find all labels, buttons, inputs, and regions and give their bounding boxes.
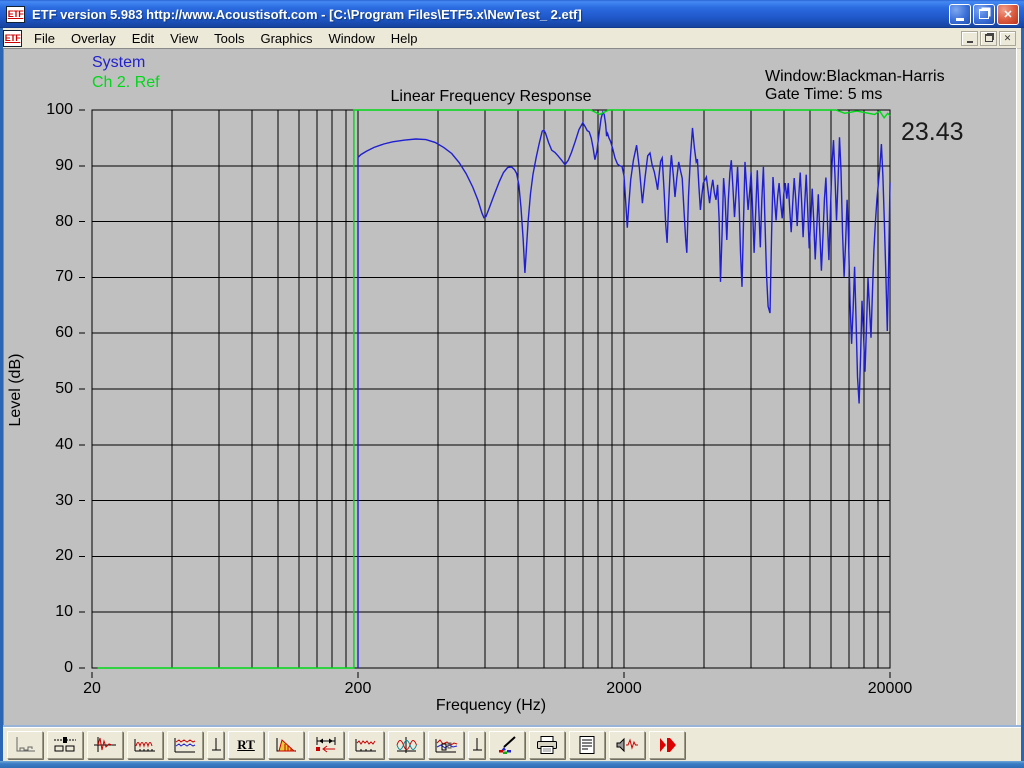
smoothed-response-button[interactable] — [348, 731, 384, 759]
brush-icon — [494, 735, 520, 755]
menu-edit[interactable]: Edit — [124, 29, 162, 48]
menu-file[interactable]: File — [26, 29, 63, 48]
mini-axis-2-button[interactable] — [468, 731, 485, 759]
waterfall-icon — [172, 735, 198, 755]
document-icon — [574, 735, 600, 755]
y-tick-label: 30 — [55, 491, 73, 509]
menu-items: File Overlay Edit View Tools Graphics Window He… — [26, 29, 426, 48]
toolbar: RT — [3, 727, 1021, 762]
x-tick-label: 20000 — [867, 680, 913, 697]
mdi-restore-button[interactable] — [980, 30, 997, 46]
gate-icon — [313, 735, 339, 755]
menu-help[interactable]: Help — [383, 29, 426, 48]
axis-steps-icon — [12, 735, 38, 755]
window-title: ETF version 5.983 http://www.Acoustisoft… — [32, 6, 582, 22]
menu-view[interactable]: View — [162, 29, 206, 48]
speaker-wave-icon — [614, 735, 640, 755]
mdi-minimize-button[interactable] — [961, 30, 978, 46]
legend-system: System — [92, 54, 146, 71]
y-tick-label: 10 — [55, 603, 73, 621]
document-icon[interactable]: ETF — [3, 29, 22, 47]
freq-response-icon — [132, 735, 158, 755]
title-bar: ETF ETF version 5.983 http://www.Acousti… — [0, 0, 1024, 28]
time-display-button[interactable] — [7, 731, 43, 759]
window-border-left — [0, 28, 3, 768]
minimize-icon — [956, 17, 964, 21]
app-window: ETF ETF version 5.983 http://www.Acousti… — [0, 0, 1024, 768]
y-tick-label: 50 — [55, 380, 73, 397]
frequency-response-button[interactable] — [127, 731, 163, 759]
restore-button[interactable] — [973, 3, 995, 25]
measure-button[interactable] — [609, 731, 645, 759]
cursor-value: 23.43 — [901, 118, 964, 146]
print-button[interactable] — [529, 731, 565, 759]
restore-icon — [979, 9, 989, 19]
energy-decay-button[interactable] — [268, 731, 304, 759]
y-tick-label: 100 — [46, 101, 73, 118]
x-tick-label: 200 — [344, 680, 372, 697]
notes-button[interactable] — [569, 731, 605, 759]
minimize-icon — [966, 40, 973, 43]
y-tick-label: 80 — [55, 212, 73, 230]
y-tick-label: 90 — [55, 156, 73, 174]
app-icon: ETF — [6, 5, 25, 23]
y-tick-label: 70 — [55, 268, 73, 286]
mini-axis-1-button[interactable] — [207, 731, 224, 759]
y-axis-label: Level (dB) — [7, 353, 24, 427]
impulse-icon — [92, 735, 118, 755]
impulse-response-button[interactable] — [87, 731, 123, 759]
x-tick-label: 2000 — [606, 680, 642, 697]
reverb-time-button[interactable]: RT — [228, 731, 264, 759]
window-border-bottom — [0, 761, 1024, 768]
x-tick-label: 20 — [83, 680, 101, 697]
y-tick-label: 20 — [55, 547, 73, 565]
run-button[interactable] — [649, 731, 685, 759]
mini-axis-icon — [471, 735, 483, 755]
close-icon: ✕ — [1003, 32, 1012, 43]
printer-icon — [534, 735, 560, 755]
restore-icon — [984, 34, 993, 42]
play-icon — [654, 735, 680, 755]
y-tick-label: 0 — [64, 659, 73, 676]
gate-time-label: Gate Time: 5 ms — [765, 86, 883, 103]
close-icon: ✕ — [1003, 8, 1013, 21]
mdi-close-button[interactable]: ✕ — [999, 30, 1016, 46]
sines-icon — [393, 735, 419, 755]
multi-curves-icon — [433, 735, 459, 755]
decay-icon — [273, 735, 299, 755]
chart-area[interactable]: System Ch 2. Ref Linear Frequency Respon… — [3, 48, 1017, 727]
control-panels-button[interactable] — [47, 731, 83, 759]
panels-icon — [52, 735, 78, 755]
menu-bar: ETF File Overlay Edit View Tools Graphics Wind… — [0, 28, 1024, 49]
menu-overlay[interactable]: Overlay — [63, 29, 124, 48]
x-axis-label: Frequency (Hz) — [435, 697, 547, 714]
menu-tools[interactable]: Tools — [206, 29, 252, 48]
y-tick-label: 60 — [55, 324, 73, 342]
phase-response-button[interactable] — [388, 731, 424, 759]
color-settings-button[interactable] — [489, 731, 525, 759]
rt-label: RT — [237, 737, 255, 752]
zigzag-icon — [353, 735, 379, 755]
menu-graphics[interactable]: Graphics — [252, 29, 320, 48]
close-button[interactable]: ✕ — [997, 3, 1019, 25]
waterfall-button[interactable] — [167, 731, 203, 759]
mini-axis-icon — [210, 735, 222, 755]
minimize-button[interactable] — [949, 3, 971, 25]
window-function-label: Window:Blackman-Harris — [765, 68, 945, 85]
gate-settings-button[interactable] — [308, 731, 344, 759]
frequency-response-plot[interactable] — [3, 48, 1016, 727]
menu-window[interactable]: Window — [321, 29, 383, 48]
y-tick-label: 40 — [55, 435, 73, 453]
overlay-curves-button[interactable] — [428, 731, 464, 759]
